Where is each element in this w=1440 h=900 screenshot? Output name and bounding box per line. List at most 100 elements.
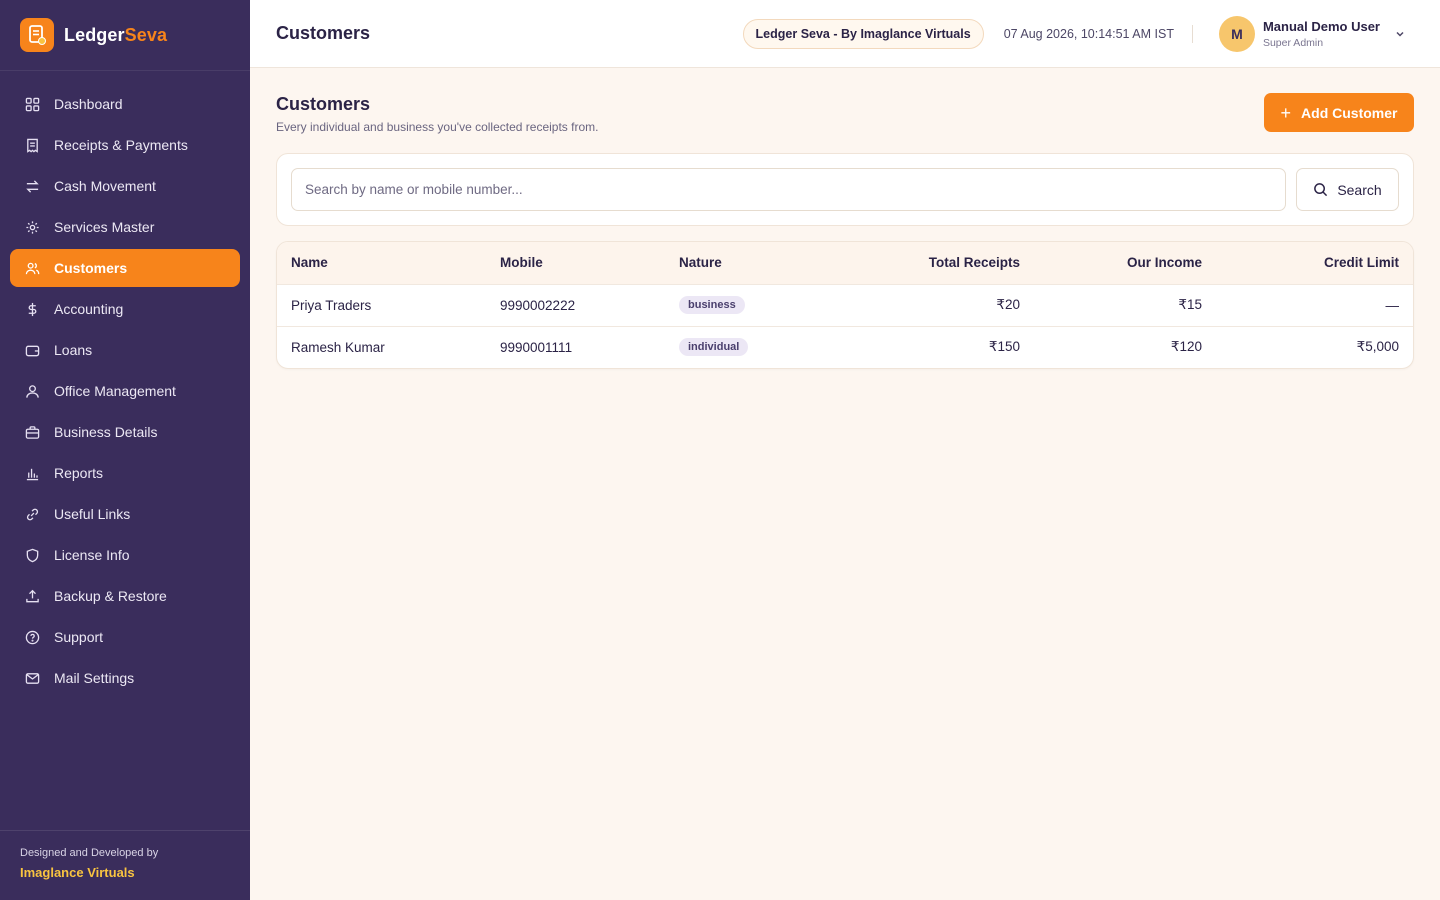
sidebar-item-label: Cash Movement <box>54 178 156 194</box>
receipt-icon <box>24 137 40 153</box>
sidebar-item-license-info[interactable]: License Info <box>10 536 240 574</box>
credit-line: Designed and Developed by <box>20 847 159 859</box>
shield-icon <box>24 547 40 563</box>
sidebar-item-label: Accounting <box>54 301 124 317</box>
search-card: Search <box>276 153 1414 226</box>
sidebar-item-dashboard[interactable]: Dashboard <box>10 85 240 123</box>
sidebar-item-useful-links[interactable]: Useful Links <box>10 495 240 533</box>
avatar[interactable]: M <box>1218 15 1255 52</box>
sidebar-item-label: Reports <box>54 465 104 481</box>
cell-total-receipts: ₹150 <box>845 325 1034 368</box>
gear-icon <box>24 219 40 235</box>
sidebar-item-label: Loans <box>54 342 93 358</box>
search-button-label: Search <box>1337 181 1382 198</box>
sidebar-item-label: Dashboard <box>54 96 123 112</box>
sidebar-nav: Dashboard Receipts & Payments Cash Movem… <box>0 71 250 830</box>
table-row[interactable]: Ramesh Kumar 9990001111 individual ₹150 … <box>277 325 1413 368</box>
brand-name-part1: Ledger <box>64 24 125 45</box>
sidebar-item-label: Receipts & Payments <box>54 137 188 153</box>
sidebar-item-customers[interactable]: Customers <box>10 249 240 287</box>
wallet-icon <box>24 342 40 358</box>
add-customer-button[interactable]: + Add Customer <box>1264 93 1414 132</box>
user-role: Super Admin <box>1262 36 1324 49</box>
transfer-icon <box>24 178 40 194</box>
sidebar-item-office-management[interactable]: Office Management <box>10 372 240 410</box>
sidebar-item-services-master[interactable]: Services Master <box>10 208 240 246</box>
datetime: 07 Aug 2026, 10:14:51 AM IST <box>1003 26 1174 41</box>
mail-icon <box>24 670 40 686</box>
nature-badge: individual <box>679 338 749 357</box>
brand-name-part2: Seva <box>124 24 168 45</box>
brand[interactable]: LedgerSeva <box>0 0 250 71</box>
sidebar-item-backup-restore[interactable]: Backup & Restore <box>10 577 240 615</box>
sidebar-item-receipts-payments[interactable]: Receipts & Payments <box>10 126 240 164</box>
plus-icon: + <box>1280 102 1292 123</box>
cell-mobile: 9990002222 <box>486 283 665 326</box>
main-content: Customers Every individual and business … <box>276 68 1414 369</box>
cell-mobile: 9990001111 <box>486 325 665 368</box>
page-title: Customers <box>276 94 371 114</box>
cell-name: Ramesh Kumar <box>277 325 486 368</box>
users-icon <box>24 260 40 276</box>
user-name: Manual Demo User <box>1262 18 1380 34</box>
top-header: Customers Ledger Seva - By Imaglance Vir… <box>250 0 1440 68</box>
sidebar-item-label: Office Management <box>54 383 176 399</box>
credit-name: Imaglance Virtuals <box>20 865 135 880</box>
sidebar-item-mail-settings[interactable]: Mail Settings <box>10 659 240 697</box>
column-header-mobile[interactable]: Mobile <box>486 242 665 284</box>
header-divider <box>1191 24 1193 43</box>
sidebar-item-label: Backup & Restore <box>54 588 167 604</box>
search-button[interactable]: Search <box>1296 168 1399 211</box>
link-icon <box>24 506 40 522</box>
sidebar-item-support[interactable]: Support <box>10 618 240 656</box>
cell-total-receipts: ₹20 <box>845 283 1034 326</box>
upload-icon <box>24 588 40 604</box>
sidebar-item-label: Customers <box>54 260 128 276</box>
search-input[interactable] <box>291 168 1286 211</box>
page-head: Customers Every individual and business … <box>276 68 1414 153</box>
search-icon <box>1313 182 1328 197</box>
sidebar-item-cash-movement[interactable]: Cash Movement <box>10 167 240 205</box>
brand-name: LedgerSeva <box>64 25 167 46</box>
sidebar-item-label: Business Details <box>54 424 158 440</box>
chevron-down-icon[interactable] <box>1394 28 1406 40</box>
header-title: Customers <box>276 23 371 43</box>
nature-badge: business <box>679 296 745 314</box>
user-icon <box>24 383 40 399</box>
sidebar-footer: Designed and Developed by Imaglance Virt… <box>0 830 250 900</box>
column-header-total-receipts[interactable]: Total Receipts <box>845 242 1034 284</box>
dollar-icon <box>24 301 40 317</box>
cell-credit-limit: ₹5,000 <box>1216 325 1413 368</box>
briefcase-icon <box>24 424 40 440</box>
help-circle-icon <box>24 629 40 645</box>
sidebar-item-label: Useful Links <box>54 506 131 522</box>
column-header-nature[interactable]: Nature <box>665 242 845 284</box>
table-header-row: Name Mobile Nature Total Receipts Our In… <box>277 242 1413 284</box>
add-customer-label: Add Customer <box>1301 104 1398 121</box>
cell-name: Priya Traders <box>277 283 486 326</box>
column-header-our-income[interactable]: Our Income <box>1034 242 1216 284</box>
cell-our-income: ₹15 <box>1034 283 1216 326</box>
cell-our-income: ₹120 <box>1034 325 1216 368</box>
sidebar: LedgerSeva Dashboard Receipts & Payments… <box>0 0 250 900</box>
column-header-credit-limit[interactable]: Credit Limit <box>1216 242 1413 284</box>
column-header-name[interactable]: Name <box>277 242 486 284</box>
table-row[interactable]: Priya Traders 9990002222 business ₹20 ₹1… <box>277 283 1413 326</box>
sidebar-item-label: License Info <box>54 547 130 563</box>
sidebar-item-label: Mail Settings <box>54 670 135 686</box>
user-menu[interactable]: Manual Demo User Super Admin <box>1263 19 1380 49</box>
cell-nature: business <box>665 283 845 326</box>
cell-nature: individual <box>665 325 845 368</box>
ledger-logo-icon <box>20 18 54 52</box>
header-right: Ledger Seva - By Imaglance Virtuals 07 A… <box>742 15 1406 52</box>
customers-table-card: Name Mobile Nature Total Receipts Our In… <box>276 241 1414 369</box>
bar-chart-icon <box>24 465 40 481</box>
sidebar-item-accounting[interactable]: Accounting <box>10 290 240 328</box>
page-subtitle: Every individual and business you've col… <box>276 120 599 134</box>
sidebar-item-loans[interactable]: Loans <box>10 331 240 369</box>
sidebar-item-reports[interactable]: Reports <box>10 454 240 492</box>
customers-table: Name Mobile Nature Total Receipts Our In… <box>277 242 1413 368</box>
grid-icon <box>24 96 40 112</box>
sidebar-item-business-details[interactable]: Business Details <box>10 413 240 451</box>
org-pill: Ledger Seva - By Imaglance Virtuals <box>742 18 984 49</box>
